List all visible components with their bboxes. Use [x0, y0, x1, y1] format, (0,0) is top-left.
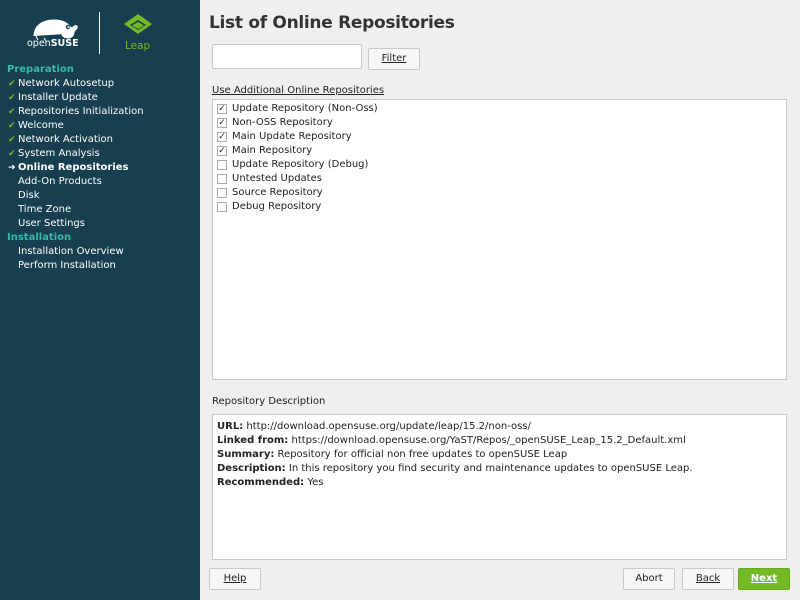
next-button[interactable]: Next — [738, 568, 790, 590]
description-label: Repository Description — [212, 396, 326, 407]
sidebar: openSUSE Leap Preparation ✔ Network Autose… — [0, 0, 200, 600]
summary-key: Summary: — [217, 449, 275, 460]
repository-label: Debug Repository — [232, 201, 322, 212]
sidebar-step-label: Time Zone — [18, 204, 72, 215]
description-value: In this repository you find security and… — [288, 463, 693, 474]
repository-label: Untested Updates — [232, 173, 322, 184]
repository-label: Main Repository — [232, 145, 313, 156]
arrow-right-icon: ➜ — [8, 163, 16, 173]
check-icon: ✔ — [8, 93, 16, 103]
step-group-heading: Preparation — [7, 64, 74, 75]
check-icon: ✔ — [8, 121, 16, 131]
repository-label: Update Repository (Non-Oss) — [232, 103, 378, 114]
page-title: List of Online Repositories — [209, 13, 455, 33]
repository-label: Update Repository (Debug) — [232, 159, 369, 170]
linked-value: https://download.opensuse.org/YaST/Repos… — [291, 435, 686, 446]
sidebar-step-label: Repositories Initialization — [18, 106, 144, 117]
sidebar-step: ✔ System Analysis — [0, 147, 200, 161]
linked-key: Linked from: — [217, 435, 289, 446]
checkbox-unchecked[interactable] — [217, 202, 227, 212]
repository-label: Non-OSS Repository — [232, 117, 333, 128]
back-button-label: Back — [695, 573, 721, 584]
sidebar-step-label: Online Repositories — [18, 162, 129, 173]
checkbox-unchecked[interactable] — [217, 188, 227, 198]
sidebar-step: Disk — [0, 189, 200, 203]
sidebar-step-label: Network Autosetup — [18, 78, 115, 89]
checkbox-checked[interactable]: ✓ — [217, 146, 227, 156]
description-summary-line: Summary: Repository for official non fre… — [217, 448, 782, 462]
checkbox-unchecked[interactable] — [217, 174, 227, 184]
repository-label: Main Update Repository — [232, 131, 352, 142]
sidebar-step: ✔ Installer Update — [0, 91, 200, 105]
sidebar-step-label: System Analysis — [18, 148, 100, 159]
leap-icon — [124, 14, 152, 34]
checkbox-unchecked[interactable] — [217, 160, 227, 170]
repository-label: Source Repository — [232, 187, 323, 198]
main-content: List of Online Repositories Filter Use A… — [200, 0, 800, 600]
abort-button-label: Abort — [635, 573, 663, 584]
check-icon: ✔ — [8, 79, 16, 89]
url-value: http://download.opensuse.org/update/leap… — [246, 421, 531, 432]
sidebar-step: Perform Installation — [0, 259, 200, 273]
sidebar-step: ✔ Repositories Initialization — [0, 105, 200, 119]
sidebar-step-label: Network Activation — [18, 134, 113, 145]
description-recommended-line: Recommended: Yes — [217, 476, 782, 490]
check-icon: ✔ — [8, 135, 16, 145]
sidebar-step: Time Zone — [0, 203, 200, 217]
sidebar-step-label: User Settings — [18, 218, 85, 229]
logo-divider — [99, 12, 100, 54]
sidebar-step-label: Installer Update — [18, 92, 98, 103]
sidebar-step: ➜ Online Repositories — [0, 161, 200, 175]
sidebar-step-label: Perform Installation — [18, 260, 116, 271]
sidebar-step-label: Add-On Products — [18, 176, 102, 187]
installation-steps: Preparation ✔ Network Autosetup ✔ Installer … — [0, 63, 200, 273]
description-linked-line: Linked from: https://download.opensuse.o… — [217, 434, 782, 448]
sidebar-step-label: Disk — [18, 190, 40, 201]
sidebar-step: Installation Overview — [0, 245, 200, 259]
back-button[interactable]: Back — [682, 568, 734, 590]
opensuse-wordmark: openSUSE — [27, 38, 79, 49]
recommended-key: Recommended: — [217, 477, 305, 488]
repos-label-text: Use Additional Online Repositories — [212, 85, 385, 96]
step-group-heading: Installation — [7, 232, 72, 243]
repository-description: URL: http://download.opensuse.org/update… — [212, 414, 787, 560]
sidebar-step: ✔ Network Autosetup — [0, 77, 200, 91]
abort-button[interactable]: Abort — [623, 568, 675, 590]
repos-label: Use Additional Online Repositories — [212, 85, 384, 96]
check-icon: ✔ — [8, 149, 16, 159]
filter-button[interactable]: Filter — [368, 48, 420, 70]
url-key: URL: — [217, 421, 244, 432]
description-key: Description: — [217, 463, 286, 474]
leap-wordmark: Leap — [125, 40, 151, 52]
description-description-line: Description: In this repository you find… — [217, 462, 782, 476]
description-url-line: URL: http://download.opensuse.org/update… — [217, 420, 782, 434]
filter-button-label: Filter — [381, 53, 407, 64]
sidebar-step: ✔ Welcome — [0, 119, 200, 133]
next-button-label: Next — [750, 573, 778, 584]
recommended-value: Yes — [307, 477, 324, 488]
logo-area: openSUSE Leap — [0, 0, 200, 62]
sidebar-step: Add-On Products — [0, 175, 200, 189]
sidebar-step: User Settings — [0, 217, 200, 231]
summary-value: Repository for official non free updates… — [277, 449, 568, 460]
help-button-label: Help — [223, 573, 247, 584]
checkbox-checked[interactable]: ✓ — [217, 118, 227, 128]
help-button[interactable]: Help — [209, 568, 261, 590]
checkbox-checked[interactable]: ✓ — [217, 104, 227, 114]
repository-list[interactable]: ✓ Update Repository (Non-Oss) ✓ Non-OSS Rep… — [212, 99, 787, 380]
check-icon: ✔ — [8, 107, 16, 117]
filter-input[interactable] — [212, 44, 362, 69]
sidebar-step: ✔ Network Activation — [0, 133, 200, 147]
checkbox-checked[interactable]: ✓ — [217, 132, 227, 142]
sidebar-step-label: Welcome — [18, 120, 64, 131]
sidebar-step-label: Installation Overview — [18, 246, 124, 257]
